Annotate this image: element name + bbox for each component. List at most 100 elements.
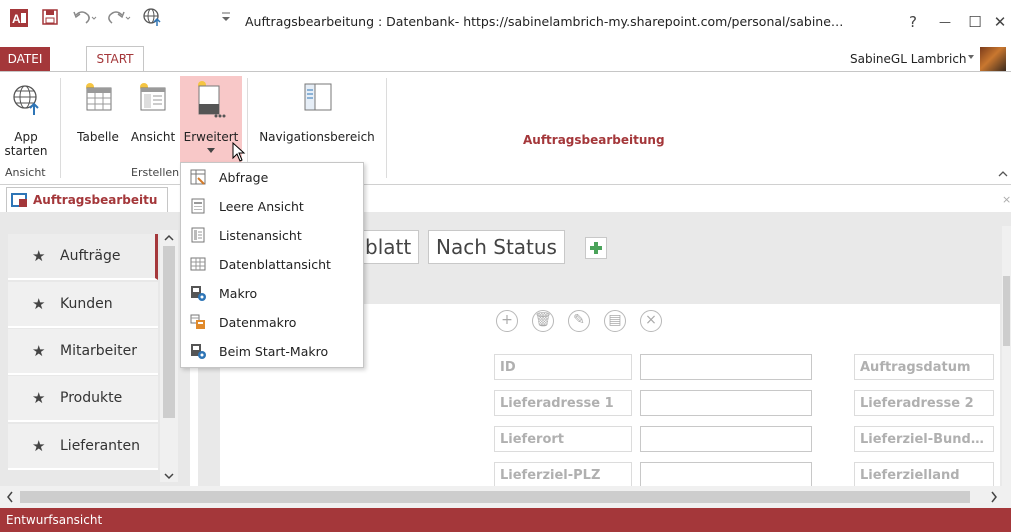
status-text: Entwurfsansicht — [6, 513, 103, 527]
field-input-lieferziel-plz[interactable] — [640, 462, 812, 488]
nav-item-produkte[interactable]: ★ Produkte — [8, 376, 158, 422]
nav-item-label: Kunden — [60, 296, 113, 312]
star-icon: ★ — [32, 247, 46, 265]
tabelle-button[interactable]: Tabelle — [76, 78, 120, 148]
group-separator — [386, 78, 387, 178]
scroll-down-icon[interactable] — [164, 472, 174, 480]
menu-item-abfrage[interactable]: Abfrage — [181, 163, 363, 191]
collapse-ribbon-icon[interactable] — [998, 170, 1008, 178]
navigationsbereich-label: Navigationsbereich — [259, 130, 375, 144]
add-view-button[interactable] — [585, 237, 607, 259]
field-label-id: ID — [494, 354, 632, 380]
view-nach-status-button[interactable]: Nach Status — [428, 230, 565, 264]
data-macro-icon — [190, 314, 206, 330]
chevron-down-icon[interactable] — [967, 53, 975, 61]
help-button[interactable]: ? — [900, 10, 926, 34]
star-icon: ★ — [32, 437, 46, 455]
svg-text:A: A — [12, 12, 21, 26]
app-starten-button[interactable]: App starten — [4, 78, 48, 164]
delete-record-icon[interactable]: 🗑 — [532, 310, 554, 332]
field-label-lieferzielland: Lieferzielland — [854, 462, 994, 488]
nav-item-kunden[interactable]: ★ Kunden — [8, 282, 158, 328]
ansicht-button[interactable]: Ansicht — [128, 78, 178, 148]
app-document-icon — [11, 193, 27, 207]
scroll-left-icon[interactable] — [6, 491, 14, 503]
menu-item-beim-start-makro[interactable]: Beim Start-Makro — [181, 337, 363, 365]
main-vertical-scrollbar[interactable] — [1002, 226, 1011, 486]
menu-item-makro[interactable]: Makro — [181, 279, 363, 307]
query-icon — [190, 169, 206, 185]
star-icon: ★ — [32, 342, 46, 360]
undo-icon[interactable] — [72, 9, 98, 25]
tab-datei[interactable]: DATEI — [0, 47, 50, 71]
nav-item-label: Lieferanten — [60, 438, 141, 454]
window-title: Auftragsbearbeitung : Datenbank- https:/… — [245, 14, 844, 29]
field-label-lieferadresse-1: Lieferadresse 1 — [494, 390, 632, 416]
field-label-lieferort: Lieferort — [494, 426, 632, 452]
redo-icon[interactable] — [106, 9, 132, 25]
close-tab-icon[interactable]: × — [1002, 193, 1011, 206]
nav-item-auftraege[interactable]: ★ Aufträge — [8, 234, 158, 280]
field-label-auftragsdatum: Auftragsdatum — [854, 354, 994, 380]
star-icon: ★ — [32, 389, 46, 407]
macro-icon — [190, 285, 206, 301]
save-icon[interactable] — [42, 9, 58, 25]
user-name[interactable]: SabineGL Lambrich — [850, 47, 967, 71]
nav-item-label: Mitarbeiter — [60, 343, 138, 359]
navigationsbereich-button[interactable]: Navigationsbereich — [252, 78, 382, 148]
access-app-icon[interactable]: A — [10, 9, 28, 27]
add-record-icon[interactable]: + — [496, 310, 518, 332]
menu-item-label: Leere Ansicht — [219, 199, 304, 214]
menu-item-label: Beim Start-Makro — [219, 344, 329, 359]
tabelle-label: Tabelle — [77, 130, 119, 144]
field-label-lieferziel-plz: Lieferziel-PLZ — [494, 462, 632, 488]
globe-launch-icon[interactable] — [142, 7, 164, 27]
edit-record-icon[interactable]: ✎ — [568, 310, 590, 332]
menu-item-listenansicht[interactable]: Listenansicht — [181, 221, 363, 249]
navigation-pane-icon — [303, 82, 333, 112]
plus-icon — [590, 242, 602, 254]
nav-item-label: Aufträge — [60, 248, 121, 264]
menu-item-leere-ansicht[interactable]: Leere Ansicht — [181, 192, 363, 220]
view-datasheet-button[interactable]: blatt — [358, 230, 420, 264]
close-button[interactable]: ✕ — [990, 10, 1010, 34]
app-starten-label-1: App — [14, 130, 38, 144]
save-record-icon[interactable]: ▤ — [604, 310, 626, 332]
field-label-lieferziel-bundesland: Lieferziel-Bund… — [854, 426, 994, 452]
nav-item-lieferanten[interactable]: ★ Lieferanten — [8, 424, 158, 470]
menu-item-label: Datenmakro — [219, 315, 297, 330]
customize-qat-icon[interactable] — [220, 10, 232, 24]
field-input-lieferadresse-1[interactable] — [640, 390, 812, 416]
horizontal-scrollbar[interactable] — [0, 486, 1011, 508]
nav-item-label: Produkte — [60, 390, 123, 406]
chevron-down-icon — [207, 148, 215, 154]
horizontal-scroll-thumb[interactable] — [20, 491, 970, 503]
star-icon: ★ — [32, 295, 46, 313]
group-separator — [60, 78, 61, 178]
ribbon-app-name: Auftragsbearbeitung — [523, 133, 665, 147]
menu-item-datenmakro[interactable]: Datenmakro — [181, 308, 363, 336]
ansicht-label: Ansicht — [130, 130, 176, 144]
view-icon — [137, 82, 169, 112]
erweitert-dropdown-menu: Abfrage Leere Ansicht Listenansicht Date… — [180, 162, 364, 368]
tab-start[interactable]: START — [86, 46, 144, 72]
cancel-record-icon[interactable]: × — [640, 310, 662, 332]
document-tab[interactable]: Auftragsbearbeitu — [6, 187, 168, 213]
nav-item-mitarbeiter[interactable]: ★ Mitarbeiter — [8, 329, 158, 375]
scroll-right-icon[interactable] — [990, 491, 998, 503]
field-input-lieferort[interactable] — [640, 426, 812, 452]
field-input-id[interactable] — [640, 354, 812, 380]
avatar[interactable] — [980, 47, 1006, 71]
menu-item-datenblattansicht[interactable]: Datenblattansicht — [181, 250, 363, 278]
main-scroll-thumb[interactable] — [1003, 276, 1010, 346]
minimize-button[interactable]: — — [932, 10, 958, 34]
nav-scroll-thumb[interactable] — [163, 246, 175, 418]
menu-item-label: Datenblattansicht — [219, 257, 331, 272]
blank-view-icon — [190, 198, 206, 214]
nav-scrollbar[interactable] — [160, 230, 178, 482]
globe-launch-icon — [12, 84, 42, 116]
startup-macro-icon — [190, 343, 206, 359]
maximize-button[interactable]: ☐ — [962, 10, 988, 34]
scroll-up-icon[interactable] — [164, 234, 174, 242]
advanced-icon — [195, 80, 227, 120]
